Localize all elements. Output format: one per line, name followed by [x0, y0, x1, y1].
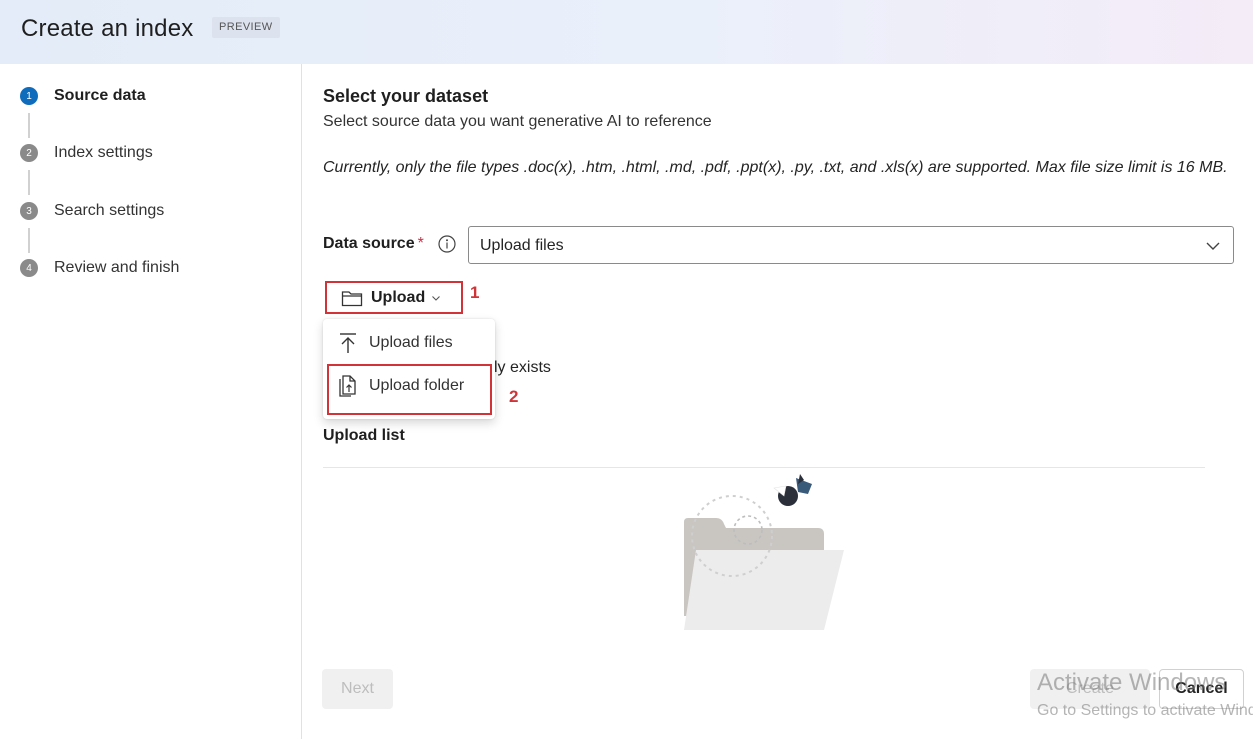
step-connector	[28, 228, 30, 253]
menu-item-label: Upload files	[369, 334, 453, 351]
info-icon[interactable]	[437, 234, 457, 254]
upload-button-label: Upload	[371, 288, 426, 306]
required-marker: *	[417, 235, 424, 252]
file-type-note: Currently, only the file types .doc(x), …	[323, 159, 1228, 176]
step-label: Index settings	[54, 144, 153, 161]
step-search-settings[interactable]: 3 Search settings	[20, 199, 164, 223]
step-label: Source data	[54, 87, 146, 104]
data-source-label-text: Data source	[323, 235, 415, 252]
highlight-box	[327, 364, 492, 415]
data-source-label: Data source *	[323, 235, 424, 253]
step-number: 2	[20, 144, 38, 162]
upload-arrow-icon	[340, 333, 356, 353]
step-review-finish[interactable]: 4 Review and finish	[20, 256, 179, 280]
data-source-value: Upload files	[480, 237, 564, 254]
wizard-steps	[0, 64, 302, 739]
upload-button[interactable]: Upload	[325, 281, 463, 314]
page-title: Create an index	[21, 15, 194, 42]
chevron-down-icon	[432, 295, 441, 301]
step-source-data[interactable]: 1 Source data	[20, 84, 146, 108]
page-header: Create an index PREVIEW	[0, 0, 1253, 64]
activate-windows-watermark: Activate Windows	[1037, 669, 1227, 696]
data-source-select[interactable]: Upload files	[468, 226, 1234, 264]
step-index-settings[interactable]: 2 Index settings	[20, 141, 153, 165]
partially-hidden-text: ly exists	[494, 359, 551, 376]
step-label: Search settings	[54, 202, 165, 219]
activate-windows-hint: Go to Settings to activate Windows.	[1037, 702, 1253, 719]
step-connector	[28, 113, 30, 138]
step-connector	[28, 170, 30, 195]
annotation-number: 2	[509, 387, 519, 406]
step-number: 4	[20, 259, 38, 277]
step-number: 3	[20, 202, 38, 220]
section-title: Select your dataset	[323, 86, 489, 106]
section-subtitle: Select source data you want generative A…	[323, 113, 712, 130]
menu-item-upload-files[interactable]: Upload files	[323, 323, 495, 363]
upload-list-title: Upload list	[323, 427, 405, 444]
folder-icon	[341, 290, 363, 306]
chevron-down-icon	[1206, 242, 1220, 250]
empty-folder-illustration	[684, 474, 844, 630]
preview-badge: PREVIEW	[212, 17, 280, 38]
step-label: Review and finish	[54, 259, 180, 276]
next-button[interactable]: Next	[322, 669, 393, 709]
step-number: 1	[20, 87, 38, 105]
annotation-number: 1	[470, 283, 480, 302]
